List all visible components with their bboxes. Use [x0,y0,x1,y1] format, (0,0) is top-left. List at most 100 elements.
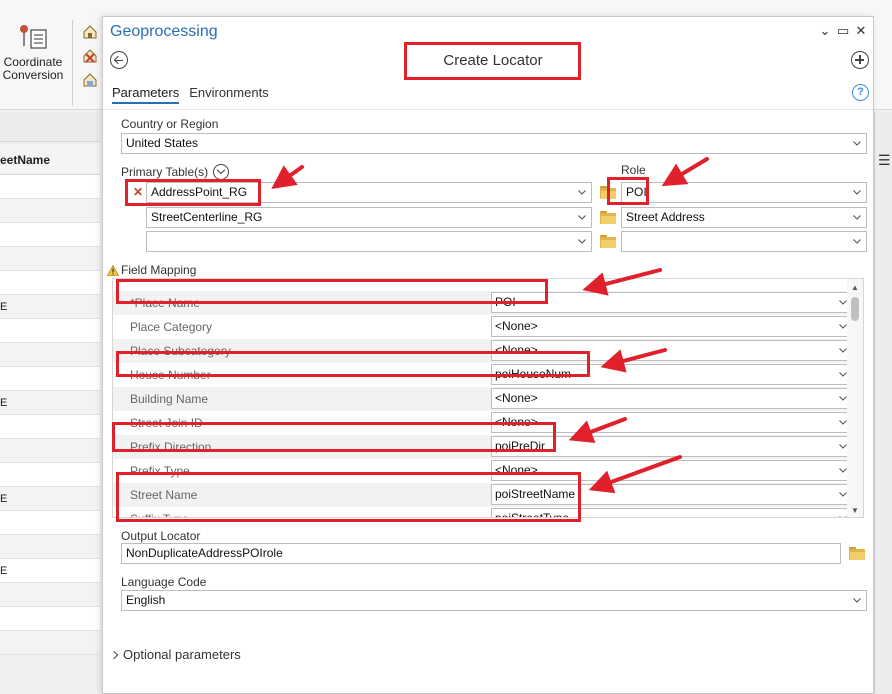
country-select[interactable]: United States [121,133,867,154]
chevron-down-icon [853,239,861,244]
table-row[interactable] [0,271,100,295]
chevron-down-icon [839,492,847,497]
language-code-label: Language Code [121,575,207,589]
table-row[interactable]: E [0,559,100,583]
coordinate-conversion-icon [16,22,50,52]
chevron-down-icon [839,348,847,353]
annotation-box-place-name [116,279,548,304]
chevron-down-icon [578,190,586,195]
house-remove-icon[interactable] [82,48,98,64]
language-code-select[interactable]: English [121,590,867,611]
chevron-down-icon [839,372,847,377]
table-row[interactable] [0,463,100,487]
annotation-box-street-suffix [116,472,581,522]
country-label: Country or Region [121,117,219,131]
primary-table-select-3[interactable] [146,231,592,252]
table-toolbar [0,112,100,142]
folder-icon[interactable] [849,547,865,560]
primary-tables-label: Primary Table(s) [121,165,209,179]
chevron-down-icon [839,300,847,305]
table-row[interactable] [0,583,100,607]
optional-parameters-toggle[interactable]: Optional parameters [109,647,241,662]
role-label: Role [621,163,646,177]
annotation-box-house-number [116,351,590,377]
field-value-text: <None> [495,391,538,405]
role-select-2[interactable]: Street Address [621,207,867,228]
field-value-select[interactable]: <None> [491,388,853,409]
maximize-icon[interactable]: ▭ [837,24,849,38]
tab-parameters[interactable]: Parameters [112,85,180,104]
role-select-3[interactable] [621,231,867,252]
table-row[interactable]: E [0,487,100,511]
pane-window-controls: ⌄ ▭ ✕ [819,24,867,38]
house-icon[interactable] [82,24,98,40]
chevron-down-icon [853,141,861,146]
field-name: Building Name [130,392,209,406]
chevron-down-icon [839,420,847,425]
column-header-street-name[interactable]: eetName [0,145,100,175]
scroll-down-icon[interactable]: ▼ [851,506,859,515]
warning-icon [107,265,119,276]
chevron-down-icon [839,324,847,329]
ribbon-separator [72,20,73,106]
chevron-down-icon [839,516,847,517]
chevron-down-icon [853,190,861,195]
chevron-down-icon [853,598,861,603]
field-value-select[interactable]: <None> [491,316,853,337]
scroll-up-icon[interactable]: ▲ [851,283,859,292]
primary-table-select-2[interactable]: StreetCenterline_RG [146,207,592,228]
chevron-down-icon [578,215,586,220]
tool-tabs: Parameters Environments [112,85,269,104]
annotation-box-role [607,177,649,205]
table-row[interactable] [0,319,100,343]
menu-icon[interactable]: ☰ [878,152,891,169]
table-row[interactable] [0,247,100,271]
chevron-down-icon [578,239,586,244]
field-mapping-row: Building Name <None> [113,387,853,411]
right-side-strip: ☰ [874,112,892,694]
close-icon[interactable]: ✕ [855,24,867,38]
back-arrow-icon[interactable] [110,51,128,69]
table-row[interactable]: E [0,295,100,319]
annotation-box-prefix-direction [112,422,556,452]
scroll-thumb[interactable] [851,297,859,321]
table-row[interactable] [0,367,100,391]
chevron-right-icon [109,650,119,660]
table-row[interactable]: E [0,391,100,415]
annotation-box-tool-title [404,42,581,80]
tab-environments[interactable]: Environments [189,85,268,104]
chevron-down-icon [839,444,847,449]
pane-title: Geoprocessing [110,23,218,40]
field-mapping-scrollbar[interactable]: ▲ ▼ [847,279,863,517]
coordinate-conversion-button[interactable]: Coordinate Conversion [0,22,66,82]
output-locator-input[interactable]: NonDuplicateAddressPOIrole [121,543,841,564]
table-row[interactable] [0,439,100,463]
chevron-down-icon [839,468,847,473]
field-mapping-label: Field Mapping [121,263,197,277]
field-mapping-row: Place Category <None> [113,315,853,339]
coordinate-conversion-label: Coordinate Conversion [2,55,64,82]
field-value-text: <None> [495,319,538,333]
table-row[interactable] [0,343,100,367]
field-name: Place Category [130,320,213,334]
chevron-down-icon [853,215,861,220]
expand-chevron-icon[interactable] [213,164,229,180]
table-row[interactable] [0,631,100,655]
output-locator-label: Output Locator [121,529,201,543]
table-row[interactable] [0,175,100,199]
table-row[interactable] [0,223,100,247]
table-row[interactable] [0,415,100,439]
folder-icon[interactable] [600,211,616,224]
role-select-1[interactable]: POI [621,182,867,203]
attribute-table: eetName E E E E [0,145,100,655]
table-row[interactable] [0,607,100,631]
annotation-box-primary-table [125,179,261,206]
table-row[interactable] [0,199,100,223]
help-icon[interactable]: ? [852,84,869,101]
folder-icon[interactable] [600,235,616,248]
table-row[interactable] [0,511,100,535]
house-edit-icon[interactable] [82,72,98,88]
pane-options-chevron-icon[interactable]: ⌄ [819,24,831,38]
table-row[interactable] [0,535,100,559]
add-icon[interactable] [851,51,869,69]
